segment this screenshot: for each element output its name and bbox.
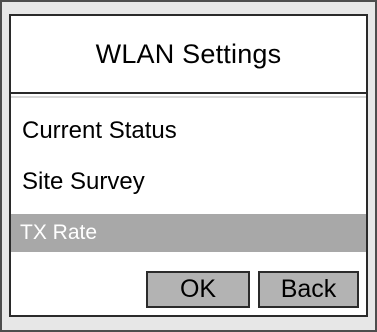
dialog-title: WLAN Settings <box>95 38 282 69</box>
back-button[interactable]: Back <box>258 271 359 308</box>
ok-button[interactable]: OK <box>146 271 250 308</box>
menu-item-tx-rate[interactable]: TX Rate <box>11 214 366 252</box>
menu-item-site-survey[interactable]: Site Survey <box>11 163 366 201</box>
wlan-settings-dialog: WLAN Settings Current Status Site Survey… <box>9 14 368 317</box>
dialog-title-bar: WLAN Settings <box>11 16 366 98</box>
menu-item-current-status[interactable]: Current Status <box>11 112 366 150</box>
